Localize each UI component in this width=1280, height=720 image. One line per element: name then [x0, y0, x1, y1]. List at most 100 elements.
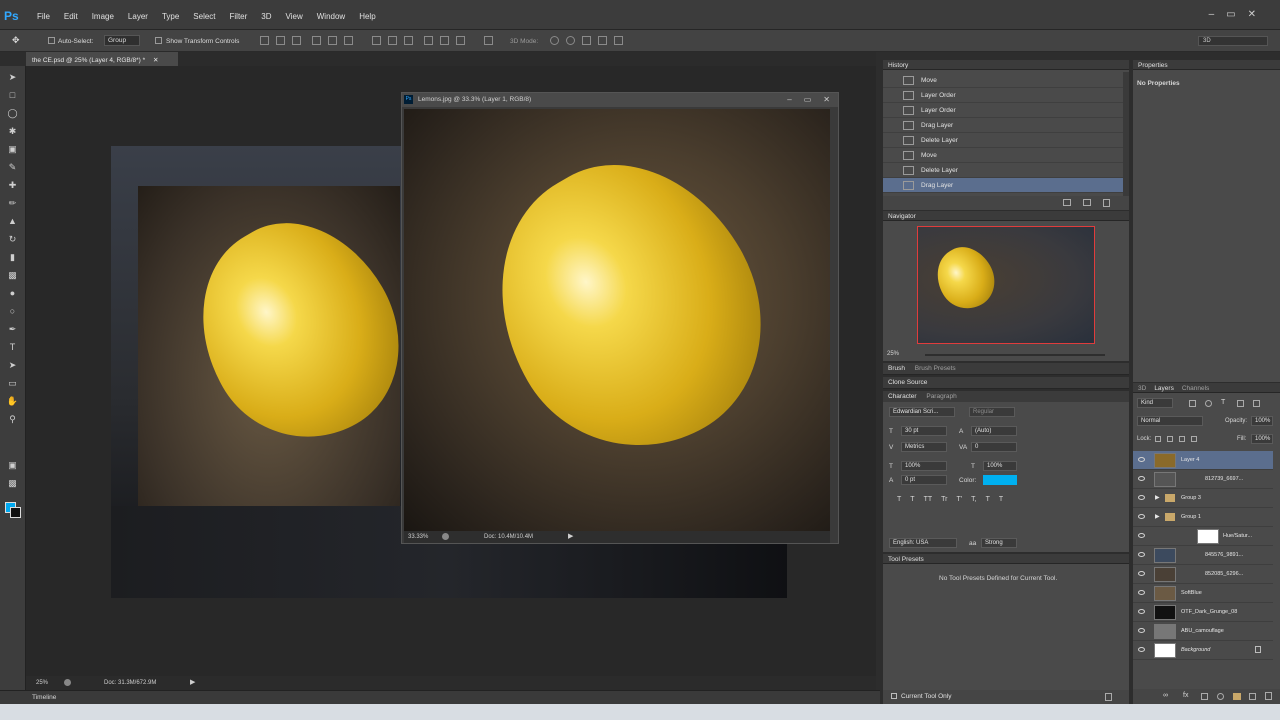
layer-row[interactable]: ABU_camouflage [1133, 622, 1273, 641]
layer-row[interactable]: OTF_Dark_Grunge_08 [1133, 603, 1273, 622]
lock-all-icon[interactable] [1191, 436, 1197, 442]
history-item[interactable]: Move [883, 148, 1123, 163]
menu-help[interactable]: Help [352, 12, 382, 21]
visibility-eye-icon[interactable] [1138, 647, 1145, 652]
tab-character[interactable]: Character [888, 393, 917, 400]
visibility-eye-icon[interactable] [1138, 609, 1145, 614]
auto-select-checkbox[interactable] [48, 37, 55, 44]
align-bottom-icon[interactable] [292, 36, 301, 45]
baseline-shift-field[interactable]: 0 pt [901, 475, 947, 485]
new-group-icon[interactable] [1233, 693, 1241, 700]
tab-3d[interactable]: 3D [1138, 385, 1146, 392]
tool-presets-header[interactable]: Tool Presets [883, 554, 1129, 564]
underline-button[interactable]: T [986, 496, 990, 503]
layer-group-row[interactable]: ▶ Group 1 [1133, 508, 1273, 527]
layer-kind-filter[interactable]: Kind [1137, 398, 1173, 408]
auto-select-dropdown[interactable]: Group [104, 35, 140, 46]
tab-close-icon[interactable]: ✕ [153, 57, 158, 64]
layer-row[interactable]: SoftBlue [1133, 584, 1273, 603]
blur-tool-icon[interactable]: ● [6, 288, 19, 299]
anti-alias-dropdown[interactable]: Strong [981, 538, 1017, 548]
crop-tool-icon[interactable]: ▣ [6, 144, 19, 155]
font-family-dropdown[interactable]: Edwardian Scri... [889, 407, 955, 417]
visibility-eye-icon[interactable] [1138, 628, 1145, 633]
link-layers-icon[interactable]: ∞ [1163, 692, 1168, 699]
superscript-button[interactable]: T' [956, 496, 962, 503]
minimize-icon[interactable]: – [787, 95, 791, 104]
fill-field[interactable]: 100% [1251, 434, 1273, 444]
menu-type[interactable]: Type [155, 12, 186, 21]
trash-icon[interactable] [1265, 692, 1272, 700]
layer-row[interactable]: Background [1133, 641, 1273, 660]
lock-pixels-icon[interactable] [1167, 436, 1173, 442]
lock-position-icon[interactable] [1179, 436, 1185, 442]
marquee-tool-icon[interactable]: □ [6, 90, 19, 101]
document-tab[interactable]: the CE.psd @ 25% (Layer 4, RGB/8*) * ✕ [26, 52, 178, 66]
history-item[interactable]: Move [883, 73, 1123, 88]
distribute-top-icon[interactable] [372, 36, 381, 45]
history-item[interactable]: Delete Layer [883, 133, 1123, 148]
distribute-vcenter-icon[interactable] [388, 36, 397, 45]
auto-align-icon[interactable] [484, 36, 493, 45]
clone-stamp-tool-icon[interactable]: ▲ [6, 216, 19, 227]
faux-italic-button[interactable]: T [910, 496, 914, 503]
text-color-swatch[interactable] [983, 475, 1017, 485]
move-tool-icon[interactable]: ✥ [12, 35, 20, 46]
trash-icon[interactable] [1103, 199, 1110, 207]
status-menu-arrow-icon[interactable]: ▶ [190, 678, 195, 686]
subscript-button[interactable]: T, [971, 496, 976, 503]
gradient-tool-icon[interactable]: ▩ [6, 270, 19, 281]
path-select-tool-icon[interactable]: ➤ [6, 360, 19, 371]
filter-pixel-icon[interactable] [1189, 400, 1196, 407]
align-vcenter-icon[interactable] [276, 36, 285, 45]
lemons-zoom[interactable]: 33.33% [408, 534, 428, 540]
new-snapshot-icon[interactable] [1063, 199, 1071, 206]
visibility-eye-icon[interactable] [1138, 571, 1145, 576]
zoom-tool-icon[interactable]: ⚲ [6, 414, 19, 425]
visibility-eye-icon[interactable] [1138, 552, 1145, 557]
minimize-icon[interactable]: – [1209, 9, 1215, 20]
distribute-left-icon[interactable] [424, 36, 433, 45]
kerning-field[interactable]: Metrics [901, 442, 947, 452]
workspace-dropdown[interactable]: 3D [1198, 36, 1268, 46]
quick-select-tool-icon[interactable]: ✱ [6, 126, 19, 137]
maximize-icon[interactable]: ▭ [804, 95, 812, 104]
align-right-icon[interactable] [344, 36, 353, 45]
maximize-icon[interactable]: ▭ [1226, 9, 1235, 20]
pen-tool-icon[interactable]: ✒ [6, 324, 19, 335]
blend-mode-dropdown[interactable]: Normal [1137, 416, 1203, 426]
visibility-eye-icon[interactable] [1138, 457, 1145, 462]
faux-bold-button[interactable]: T [897, 496, 901, 503]
menu-window[interactable]: Window [310, 12, 352, 21]
tab-channels[interactable]: Channels [1182, 385, 1209, 392]
opacity-field[interactable]: 100% [1251, 416, 1273, 426]
history-item-active[interactable]: Drag Layer [883, 178, 1123, 193]
eyedropper-tool-icon[interactable]: ✎ [6, 162, 19, 173]
visibility-eye-icon[interactable] [1138, 590, 1145, 595]
tab-brush-presets[interactable]: Brush Presets [915, 365, 956, 372]
language-dropdown[interactable]: English: USA [889, 538, 957, 548]
new-layer-icon[interactable] [1249, 693, 1256, 700]
filter-adjustment-icon[interactable] [1205, 400, 1212, 407]
3d-slide-icon[interactable] [598, 36, 607, 45]
trash-icon[interactable] [1105, 693, 1112, 701]
distribute-hcenter-icon[interactable] [440, 36, 449, 45]
add-mask-icon[interactable] [1201, 693, 1208, 700]
menu-edit[interactable]: Edit [57, 12, 85, 21]
font-size-field[interactable]: 30 pt [901, 426, 947, 436]
small-caps-button[interactable]: Tr [941, 496, 947, 503]
quick-mask-icon[interactable]: ▣ [6, 460, 19, 471]
layer-row[interactable]: 845576_9891... [1133, 546, 1273, 565]
screen-mode-icon[interactable]: ▩ [6, 478, 19, 489]
shape-tool-icon[interactable]: ▭ [6, 378, 19, 389]
close-icon[interactable]: ✕ [823, 95, 830, 104]
leading-field[interactable]: (Auto) [971, 426, 1017, 436]
3d-roll-icon[interactable] [566, 36, 575, 45]
history-item[interactable]: Layer Order [883, 103, 1123, 118]
tab-brush[interactable]: Brush [888, 365, 905, 372]
menu-image[interactable]: Image [85, 12, 121, 21]
vertical-scale-field[interactable]: 100% [901, 461, 947, 471]
align-left-icon[interactable] [312, 36, 321, 45]
navigator-preview[interactable] [917, 226, 1095, 344]
tab-paragraph[interactable]: Paragraph [926, 393, 956, 400]
